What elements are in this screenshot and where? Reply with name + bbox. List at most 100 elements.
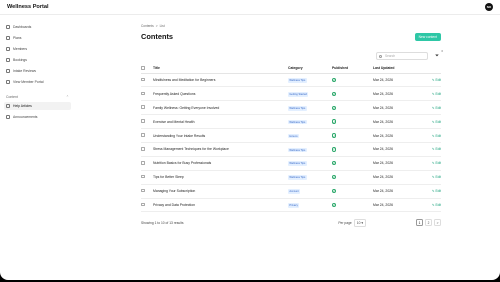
- table-row[interactable]: Mindfulness and Meditation for Beginners…: [141, 73, 441, 88]
- sidebar-item-intake-reviews[interactable]: Intake Reviews: [4, 67, 71, 75]
- sidebar-item-help-articles[interactable]: Help Articles: [4, 102, 71, 110]
- row-checkbox[interactable]: [141, 202, 145, 207]
- row-title[interactable]: Family Wellness: Getting Everyone Involv…: [153, 100, 288, 116]
- sidebar-item-announcements[interactable]: Announcements: [4, 113, 71, 121]
- sidebar-section-content[interactable]: Content ⌃: [4, 93, 71, 100]
- row-last-updated: Mar 24, 2026: [373, 170, 419, 185]
- edit-link[interactable]: ✎ Edit: [419, 114, 441, 130]
- plans-icon: [6, 36, 10, 40]
- row-checkbox[interactable]: [141, 77, 145, 82]
- sidebar-item-label: Intake Reviews: [13, 69, 36, 73]
- column-title[interactable]: Title: [153, 64, 288, 74]
- edit-label: Edit: [435, 161, 442, 166]
- row-last-updated: Mar 24, 2026: [373, 198, 419, 213]
- column-published[interactable]: Published: [332, 64, 373, 74]
- members-icon: [6, 47, 10, 51]
- chevron-down-icon: ▾: [361, 220, 363, 225]
- edit-link[interactable]: ✎ Edit: [419, 86, 441, 102]
- next-page-button[interactable]: >: [434, 219, 441, 227]
- column-last-updated[interactable]: Last Updated: [373, 64, 419, 74]
- edit-link[interactable]: ✎ Edit: [419, 100, 441, 116]
- table-row[interactable]: Exercise and Mental Health Wellness Tips ✓…: [141, 114, 441, 130]
- row-checkbox[interactable]: [141, 105, 145, 110]
- table-row[interactable]: Tips for Better Sleep Wellness Tips ✓ Mar 2…: [141, 170, 441, 185]
- table-row[interactable]: Privacy and Data Protection Privacy ✓ Mar 2…: [141, 198, 442, 213]
- category-badge: Wellness Tips: [288, 78, 307, 83]
- sidebar-item-view-member-portal[interactable]: View Member Portal: [4, 78, 71, 86]
- row-title[interactable]: Mindfulness and Meditation for Beginners: [153, 73, 288, 88]
- row-checkbox[interactable]: [141, 174, 145, 179]
- row-title[interactable]: Stress Management Techniques for the Wor…: [153, 142, 288, 157]
- row-last-updated: Mar 24, 2026: [373, 73, 419, 88]
- published-check-icon: ✓: [332, 91, 337, 97]
- row-checkbox[interactable]: [141, 147, 145, 151]
- row-last-updated: Mar 24, 2026: [373, 184, 419, 199]
- search-icon: [379, 54, 382, 58]
- row-checkbox[interactable]: [141, 160, 145, 165]
- row-checkbox[interactable]: [141, 133, 145, 137]
- category-badge: Wellness Tips: [288, 175, 307, 180]
- sidebar-item-members[interactable]: Members: [4, 45, 71, 53]
- table-row[interactable]: Stress Management Techniques for the Wor…: [141, 142, 441, 157]
- row-title[interactable]: Understanding Your Intake Results: [153, 128, 288, 143]
- row-checkbox[interactable]: [141, 91, 145, 96]
- portal-icon: [6, 80, 10, 84]
- edit-label: Edit: [435, 189, 442, 194]
- filter-badge: 0: [441, 50, 443, 53]
- edit-link[interactable]: ✎ Edit: [419, 128, 441, 143]
- row-last-updated: Mar 24, 2026: [373, 128, 419, 143]
- column-category[interactable]: Category: [288, 64, 332, 74]
- page-button-2[interactable]: 2: [425, 219, 432, 227]
- sidebar-item-bookings[interactable]: Bookings: [4, 56, 71, 64]
- table-row[interactable]: Managing Your Subscription Account ✓ Mar 24…: [141, 184, 442, 199]
- page-title: Contents: [141, 32, 174, 41]
- select-all-checkbox[interactable]: [141, 65, 145, 70]
- main-content: Contents > List Contents New content Sea…: [141, 15, 443, 227]
- published-check-icon: ✓: [332, 77, 337, 83]
- reviews-icon: [6, 69, 10, 73]
- row-checkbox[interactable]: [141, 188, 145, 193]
- row-title[interactable]: Tips for Better Sleep: [153, 170, 288, 185]
- per-page-select[interactable]: 10 ▾: [353, 218, 366, 227]
- avatar[interactable]: NO: [485, 3, 493, 11]
- row-title[interactable]: Frequently Asked Questions: [153, 86, 288, 102]
- published-check-icon: ✓: [332, 202, 337, 208]
- category-badge: Wellness Tips: [288, 105, 307, 111]
- edit-label: Edit: [435, 202, 442, 207]
- breadcrumb-parent[interactable]: Contents: [141, 24, 154, 28]
- category-badge: Getting Started: [288, 92, 309, 97]
- row-title[interactable]: Exercise and Mental Health: [153, 114, 288, 130]
- search-input[interactable]: Search: [376, 52, 428, 60]
- table-row[interactable]: Family Wellness: Getting Everyone Involv…: [141, 100, 441, 116]
- sidebar-item-label: Announcements: [13, 115, 38, 119]
- page-button-1[interactable]: 1: [416, 219, 423, 227]
- top-bar: Wellness Portal NO: [0, 0, 500, 15]
- edit-link[interactable]: ✎ Edit: [419, 170, 441, 185]
- sidebar-item-dashboards[interactable]: Dashboards: [4, 23, 71, 31]
- new-content-button[interactable]: New content: [414, 32, 441, 41]
- table-row[interactable]: Frequently Asked Questions Getting Starte…: [141, 86, 441, 102]
- filter-icon: ⏷: [434, 53, 439, 59]
- table-row[interactable]: Understanding Your Intake Results How-to ✓…: [141, 128, 441, 143]
- sidebar-item-label: Plans: [13, 36, 22, 40]
- row-title[interactable]: Nutrition Basics for Busy Professionals: [153, 156, 288, 171]
- table-row[interactable]: Nutrition Basics for Busy Professionals W…: [141, 156, 442, 171]
- filter-button[interactable]: ⏷ 0: [433, 50, 443, 60]
- edit-link[interactable]: ✎ Edit: [419, 198, 442, 213]
- table-footer: Showing 1 to 10 of 13 results Per page 1…: [141, 218, 441, 227]
- category-badge: Wellness Tips: [288, 147, 307, 153]
- results-summary: Showing 1 to 10 of 13 results: [141, 220, 184, 225]
- sidebar-item-label: Dashboards: [13, 25, 32, 29]
- row-title[interactable]: Privacy and Data Protection: [153, 198, 288, 213]
- row-checkbox[interactable]: [141, 119, 145, 123]
- section-label: Content: [6, 94, 18, 99]
- announce-icon: [6, 115, 10, 119]
- per-page: Per page 10 ▾: [338, 218, 366, 227]
- edit-link[interactable]: ✎ Edit: [419, 142, 441, 157]
- edit-link[interactable]: ✎ Edit: [419, 156, 442, 171]
- category-badge: How-to: [288, 133, 299, 139]
- edit-link[interactable]: ✎ Edit: [419, 73, 441, 88]
- edit-link[interactable]: ✎ Edit: [419, 184, 442, 199]
- sidebar-item-plans[interactable]: Plans: [4, 34, 71, 42]
- row-title[interactable]: Managing Your Subscription: [153, 184, 288, 199]
